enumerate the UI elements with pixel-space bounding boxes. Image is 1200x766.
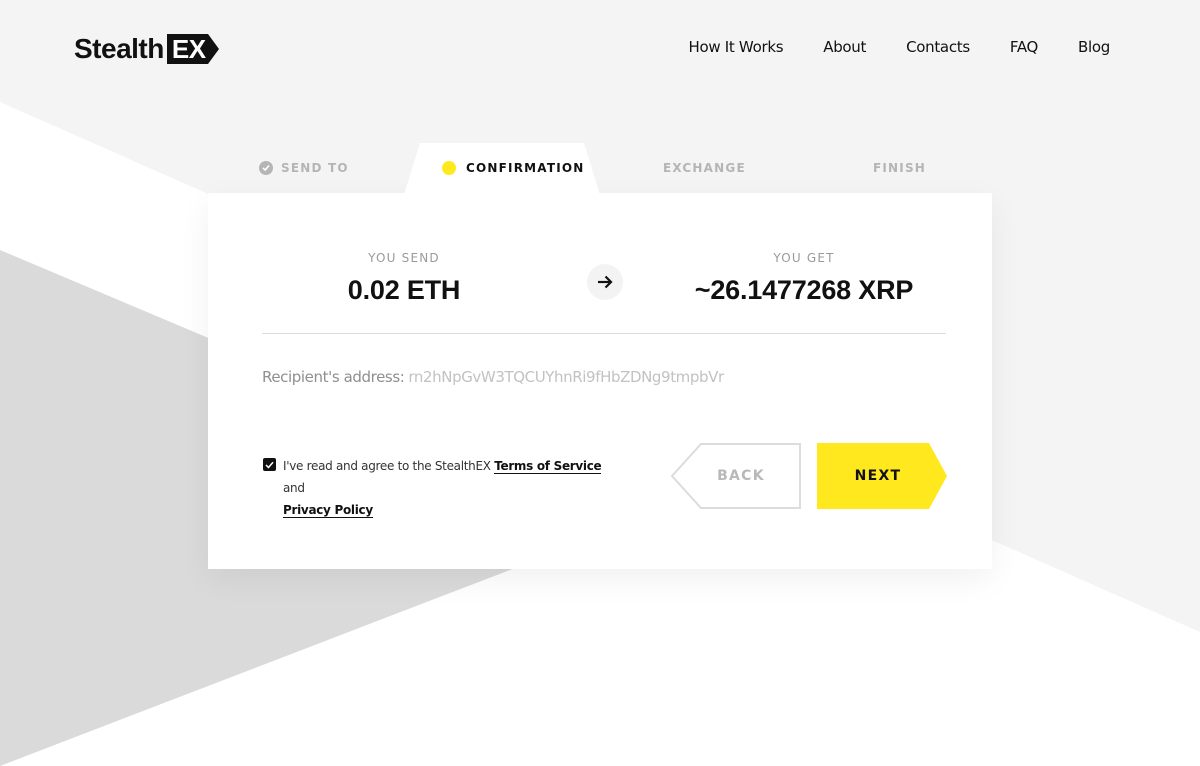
you-get-label: YOU GET xyxy=(773,251,835,265)
next-button[interactable]: NEXT xyxy=(817,443,947,509)
nav-about[interactable]: About xyxy=(823,38,866,56)
recipient-label: Recipient's address: xyxy=(262,368,405,386)
step-send-to-label: SEND TO xyxy=(281,161,349,175)
step-exchange-label: EXCHANGE xyxy=(663,161,746,175)
you-send-value: 0.02 ETH xyxy=(347,275,461,305)
active-dot-icon xyxy=(442,161,456,175)
you-send-block: YOU SEND 0.02 ETH xyxy=(254,251,554,306)
agreement-and: and xyxy=(283,481,305,495)
agreement-text: I've read and agree to the StealthEX xyxy=(283,459,491,473)
nav-blog[interactable]: Blog xyxy=(1078,38,1110,56)
next-button-label: NEXT xyxy=(854,468,902,484)
you-get-value: ~26.1477268 XRP xyxy=(694,275,914,305)
logo-badge: EX xyxy=(166,34,219,64)
recipient-value: rn2hNpGvW3TQCUYhnRi9fHbZDNg9tmpbVr xyxy=(408,368,724,386)
nav-contacts[interactable]: Contacts xyxy=(906,38,970,56)
back-button-label: BACK xyxy=(717,468,765,484)
progress-steps: SEND TO CONFIRMATION EXCHANGE FINISH xyxy=(208,143,992,195)
you-send-label: YOU SEND xyxy=(368,251,440,265)
terms-checkbox[interactable] xyxy=(263,458,276,471)
recipient-address: Recipient's address: rn2hNpGvW3TQCUYhnRi9… xyxy=(262,368,724,386)
step-exchange[interactable]: EXCHANGE xyxy=(663,143,746,193)
step-finish-label: FINISH xyxy=(873,161,927,175)
nav-how-it-works[interactable]: How It Works xyxy=(688,38,783,56)
step-send-to[interactable]: SEND TO xyxy=(259,143,349,193)
stealthex-logo[interactable]: Stealth EX xyxy=(74,33,219,65)
main-nav: How It Works About Contacts FAQ Blog xyxy=(688,38,1110,56)
logo-word: Stealth xyxy=(74,33,164,64)
step-confirmation-label: CONFIRMATION xyxy=(466,161,585,175)
terms-agreement: I've read and agree to the StealthEX Ter… xyxy=(263,455,623,521)
you-get-block: YOU GET ~26.1477268 XRP xyxy=(654,251,954,306)
back-button[interactable]: BACK xyxy=(671,443,801,509)
confirmation-card: YOU SEND 0.02 ETH YOU GET ~26.1477268 XR… xyxy=(208,193,992,569)
nav-faq[interactable]: FAQ xyxy=(1010,38,1038,56)
privacy-policy-link[interactable]: Privacy Policy xyxy=(283,503,373,518)
step-confirmation[interactable]: CONFIRMATION xyxy=(442,143,585,193)
check-icon xyxy=(259,161,273,175)
terms-of-service-link[interactable]: Terms of Service xyxy=(494,459,602,474)
logo-badge-text: EX xyxy=(171,34,206,64)
divider xyxy=(262,333,946,334)
arrow-right-icon xyxy=(587,264,623,300)
step-finish[interactable]: FINISH xyxy=(873,143,926,193)
